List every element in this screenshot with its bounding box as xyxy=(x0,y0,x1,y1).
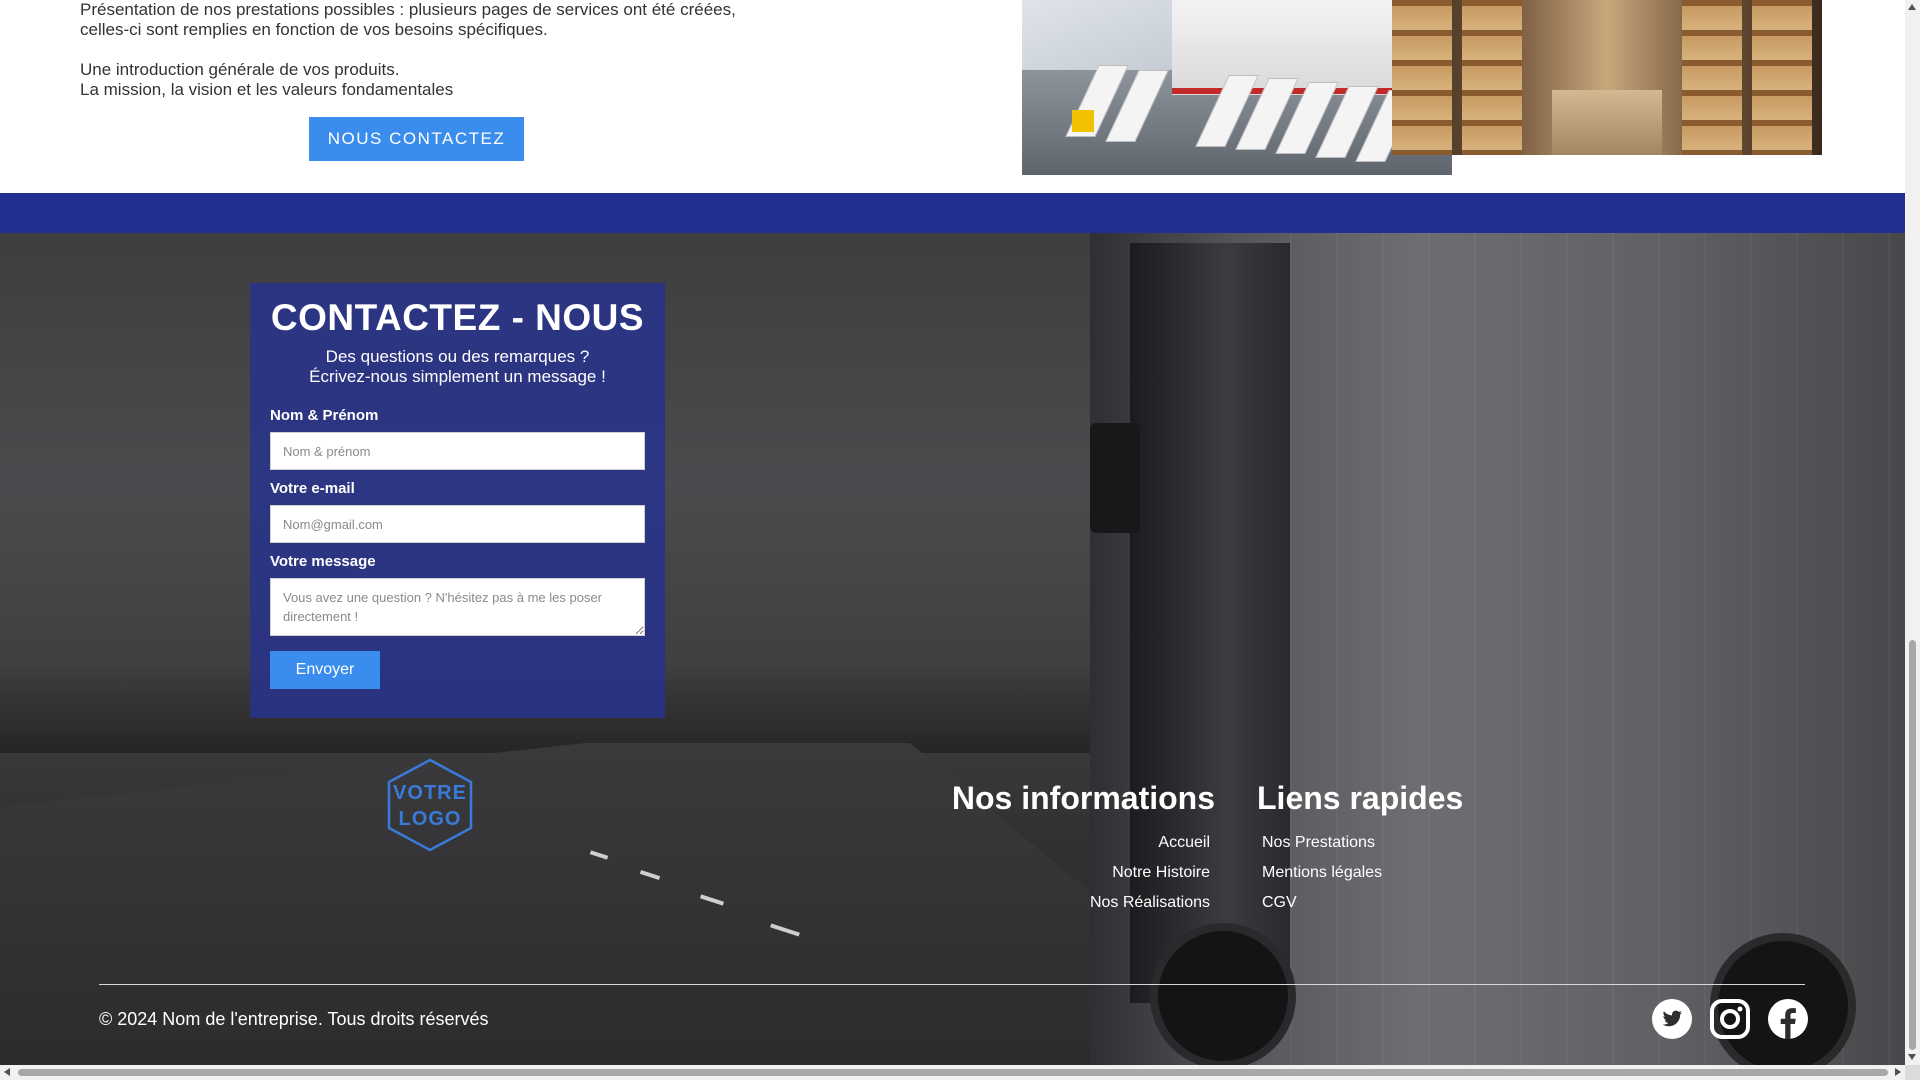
logo-line: VOTRE xyxy=(393,782,467,804)
name-field[interactable] xyxy=(270,432,645,470)
contact-title: CONTACTEZ - NOUS xyxy=(270,297,645,338)
warehouse-photo xyxy=(1392,0,1822,155)
facebook-icon[interactable] xyxy=(1767,998,1809,1040)
footer-link-cgv[interactable]: CGV xyxy=(1257,888,1557,918)
subtitle-line: Des questions ou des remarques ? xyxy=(325,347,590,366)
intro-line: Présentation de nos prestations possible… xyxy=(80,0,736,19)
truck xyxy=(1090,233,1905,1065)
logo-text: VOTRE LOGO xyxy=(385,780,475,832)
scroll-down-icon[interactable] xyxy=(1908,1054,1916,1060)
name-label: Nom & Prénom xyxy=(270,407,379,424)
intro-line: celles-ci sont remplies en fonction de v… xyxy=(80,20,548,39)
info-column: Nos informations Accueil Notre Histoire … xyxy=(940,780,1215,918)
footer-divider xyxy=(99,984,1805,985)
subtitle-line: Écrivez-nous simplement un message ! xyxy=(309,367,606,386)
vertical-scrollbar[interactable] xyxy=(1905,0,1920,1065)
divider-band xyxy=(0,193,1905,233)
copyright-text: © 2024 Nom de l'entreprise. Tous droits … xyxy=(99,1009,489,1029)
email-label: Votre e-mail xyxy=(270,480,355,497)
services-section: Présentation de nos prestations possible… xyxy=(0,0,1905,193)
quick-links-column: Liens rapides Nos Prestations Mentions l… xyxy=(1257,780,1557,918)
intro-line: La mission, la vision et les valeurs fon… xyxy=(80,80,454,99)
send-button[interactable]: Envoyer xyxy=(270,651,380,689)
footer-link-nos-realisations[interactable]: Nos Réalisations xyxy=(940,888,1215,918)
footer-link-accueil[interactable]: Accueil xyxy=(940,828,1215,858)
footer-link-nos-prestations[interactable]: Nos Prestations xyxy=(1257,828,1557,858)
quick-links-title: Liens rapides xyxy=(1257,780,1464,816)
message-label: Votre message xyxy=(270,553,376,570)
instagram-icon[interactable] xyxy=(1709,998,1751,1040)
footer-link-mentions-legales[interactable]: Mentions légales xyxy=(1257,858,1557,888)
message-field[interactable] xyxy=(270,578,645,636)
horizontal-scroll-thumb[interactable] xyxy=(18,1069,1888,1076)
scroll-right-icon[interactable] xyxy=(1895,1068,1901,1076)
company-logo[interactable]: VOTRE LOGO xyxy=(385,757,475,853)
info-title: Nos informations xyxy=(951,780,1215,816)
footer-link-notre-histoire[interactable]: Notre Histoire xyxy=(940,858,1215,888)
loading-dock-photo xyxy=(1022,0,1452,175)
scroll-left-icon[interactable] xyxy=(4,1068,10,1076)
contact-subtitle: Des questions ou des remarques ? Écrivez… xyxy=(250,347,665,387)
scrollbar-corner xyxy=(1905,1065,1920,1080)
vertical-scroll-thumb[interactable] xyxy=(1909,640,1916,1050)
social-links xyxy=(1651,998,1809,1042)
services-intro: Présentation de nos prestations possible… xyxy=(80,0,980,100)
contact-cta-button[interactable]: NOUS CONTACTEZ xyxy=(309,117,524,161)
scroll-up-icon[interactable] xyxy=(1908,4,1916,10)
intro-line: Une introduction générale de vos produit… xyxy=(80,60,400,79)
horizontal-scrollbar[interactable] xyxy=(0,1065,1905,1080)
twitter-icon[interactable] xyxy=(1651,998,1693,1040)
logo-line: LOGO xyxy=(398,808,462,830)
contact-form: CONTACTEZ - NOUS Des questions ou des re… xyxy=(250,283,665,718)
email-field[interactable] xyxy=(270,505,645,543)
